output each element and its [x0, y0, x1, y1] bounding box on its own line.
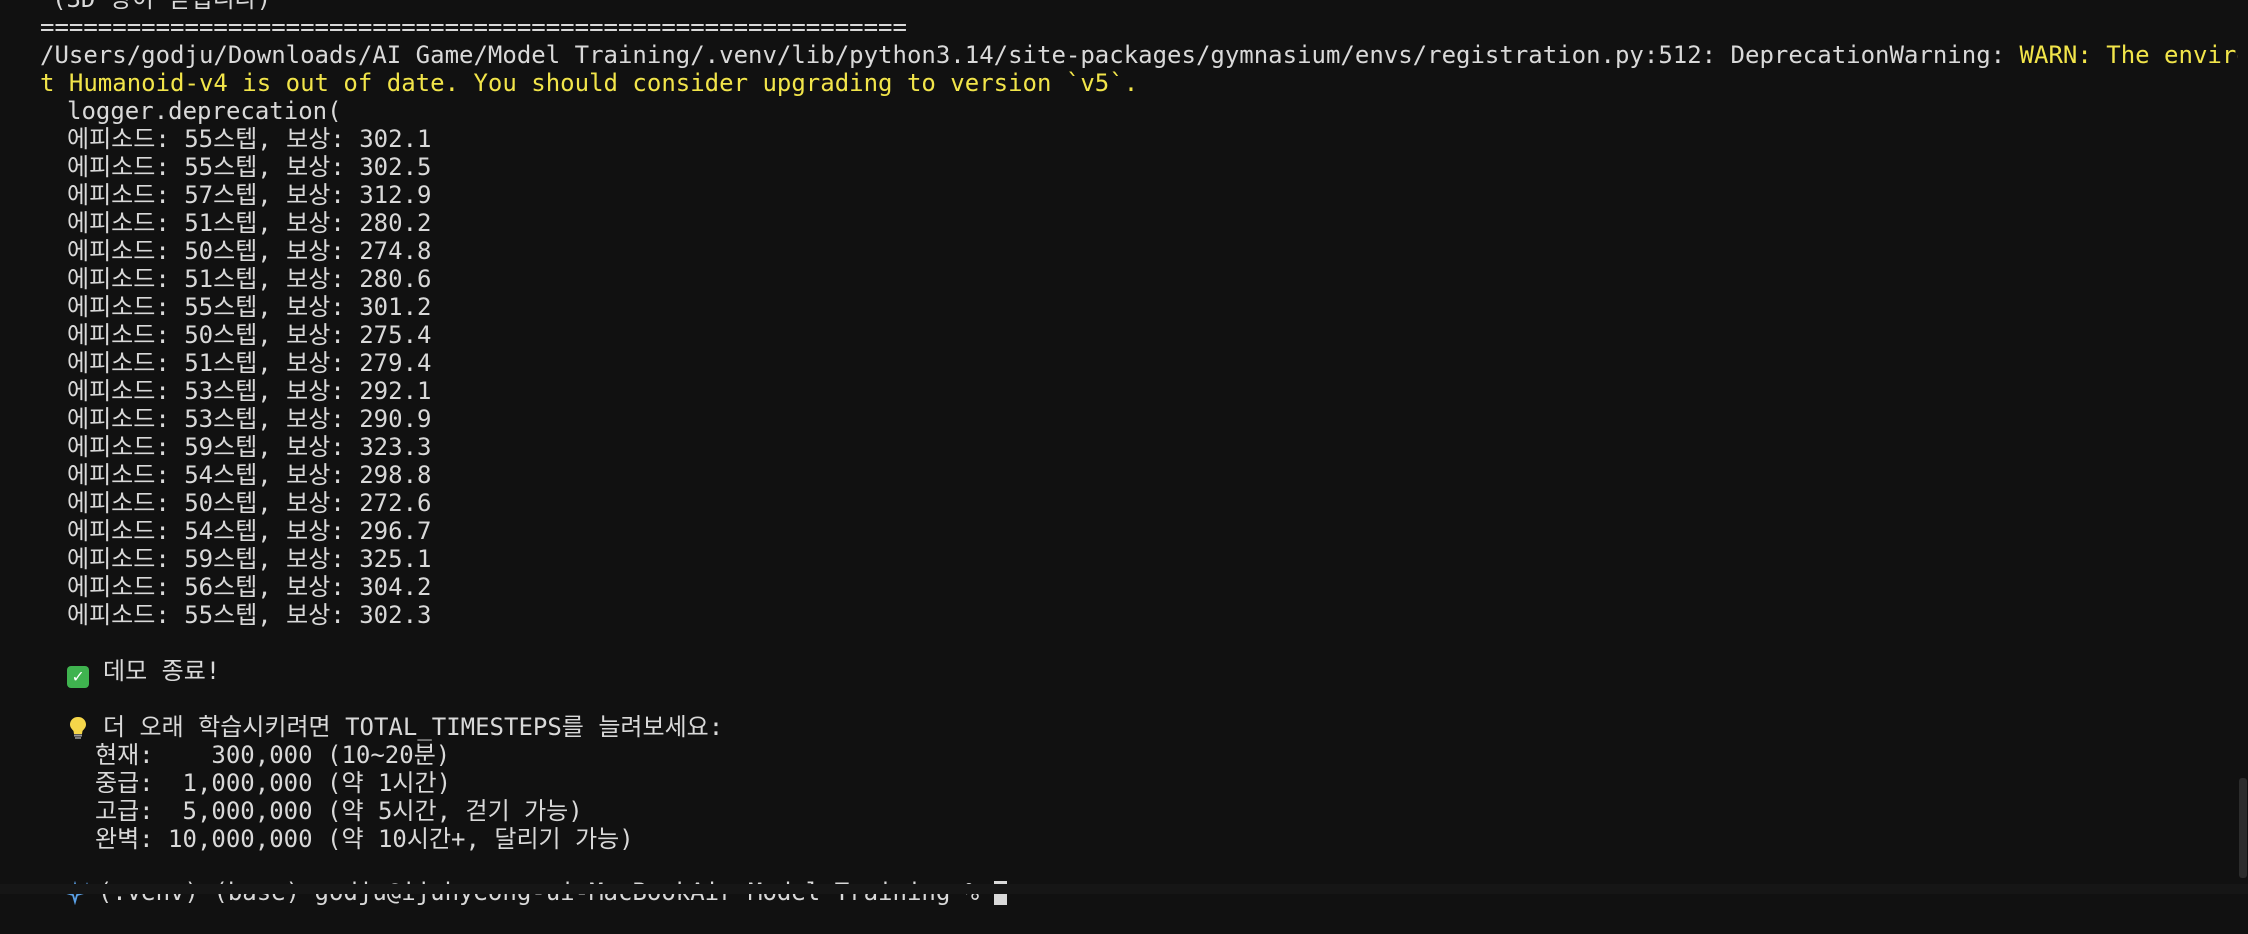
- episode-line: 에피소드: 51스텝, 보상: 280.6: [67, 265, 432, 293]
- shell-prompt-line[interactable]: (.venv) (base) godju@ijuhyeong-ui-MacBoo…: [0, 850, 1007, 906]
- episode-line: 에피소드: 50스텝, 보상: 272.6: [67, 489, 432, 517]
- logger-line: logger.deprecation(: [67, 97, 342, 125]
- episode-line: 에피소드: 51스텝, 보상: 280.2: [67, 209, 432, 237]
- episode-list: 에피소드: 55스텝, 보상: 302.1 에피소드: 55스텝, 보상: 30…: [40, 125, 2240, 629]
- scrollbar[interactable]: [2238, 0, 2248, 894]
- partial-top-line: (3D 창이 닫힙니다): [40, 0, 2240, 13]
- episode-line: 에피소드: 53스텝, 보상: 292.1: [67, 377, 432, 405]
- episode-line: 에피소드: 54스텝, 보상: 298.8: [67, 461, 432, 489]
- episode-line: 에피소드: 50스텝, 보상: 274.8: [67, 237, 432, 265]
- light-bulb-icon: [67, 716, 89, 740]
- demo-done-text: 데모 종료!: [103, 657, 221, 685]
- episode-line: 에피소드: 59스텝, 보상: 325.1: [67, 545, 432, 573]
- warning-path: /Users/godju/Downloads/AI Game/Model Tra…: [40, 41, 2020, 69]
- episode-line: 에피소드: 56스텝, 보상: 304.2: [67, 573, 432, 601]
- episode-line: 에피소드: 55스텝, 보상: 302.5: [67, 153, 432, 181]
- episode-line: 에피소드: 57스텝, 보상: 312.9: [67, 181, 432, 209]
- check-mark-emoji-icon: ✓: [67, 666, 89, 688]
- terminal-bottom-edge: [0, 884, 2248, 894]
- scrollbar-thumb[interactable]: [2239, 778, 2247, 878]
- episode-line: 에피소드: 54스텝, 보상: 296.7: [67, 517, 432, 545]
- episode-line: 에피소드: 53스텝, 보상: 290.9: [67, 405, 432, 433]
- demo-done-line: ✓ 데모 종료!: [40, 657, 2240, 688]
- episode-line: 에피소드: 59스텝, 보상: 323.3: [67, 433, 432, 461]
- terminal-output: (3D 창이 닫힙니다) ===========================…: [40, 0, 2248, 853]
- episode-line: 에피소드: 55스텝, 보상: 301.2: [67, 293, 432, 321]
- tip-heading-line: 더 오래 학습시키려면 TOTAL_TIMESTEPS를 늘려보세요:: [40, 713, 2240, 741]
- deprecation-warning-line-2: t Humanoid-v4 is out of date. You should…: [40, 69, 1139, 97]
- tip-line-perfect: 완벽: 10,000,000 (약 10시간+, 달리기 가능): [95, 825, 634, 853]
- tip-line-intermediate: 중급: 1,000,000 (약 1시간): [95, 769, 452, 797]
- warning-message-start: WARN: The environmen: [2019, 41, 2248, 69]
- episode-line: 에피소드: 50스텝, 보상: 275.4: [67, 321, 432, 349]
- tip-line-advanced: 고급: 5,000,000 (약 5시간, 걷기 가능): [95, 797, 583, 825]
- deprecation-warning-line-1: /Users/godju/Downloads/AI Game/Model Tra…: [40, 41, 2248, 69]
- episode-line: 에피소드: 55스텝, 보상: 302.1: [67, 125, 432, 153]
- tip-heading-text: 더 오래 학습시키려면 TOTAL_TIMESTEPS를 늘려보세요:: [103, 713, 724, 741]
- separator-line: ========================================…: [40, 13, 907, 41]
- terminal-window[interactable]: (3D 창이 닫힙니다) ===========================…: [0, 0, 2248, 906]
- episode-line: 에피소드: 55스텝, 보상: 302.3: [67, 601, 432, 629]
- episode-line: 에피소드: 51스텝, 보상: 279.4: [67, 349, 432, 377]
- tip-line-current: 현재: 300,000 (10~20분): [95, 741, 451, 769]
